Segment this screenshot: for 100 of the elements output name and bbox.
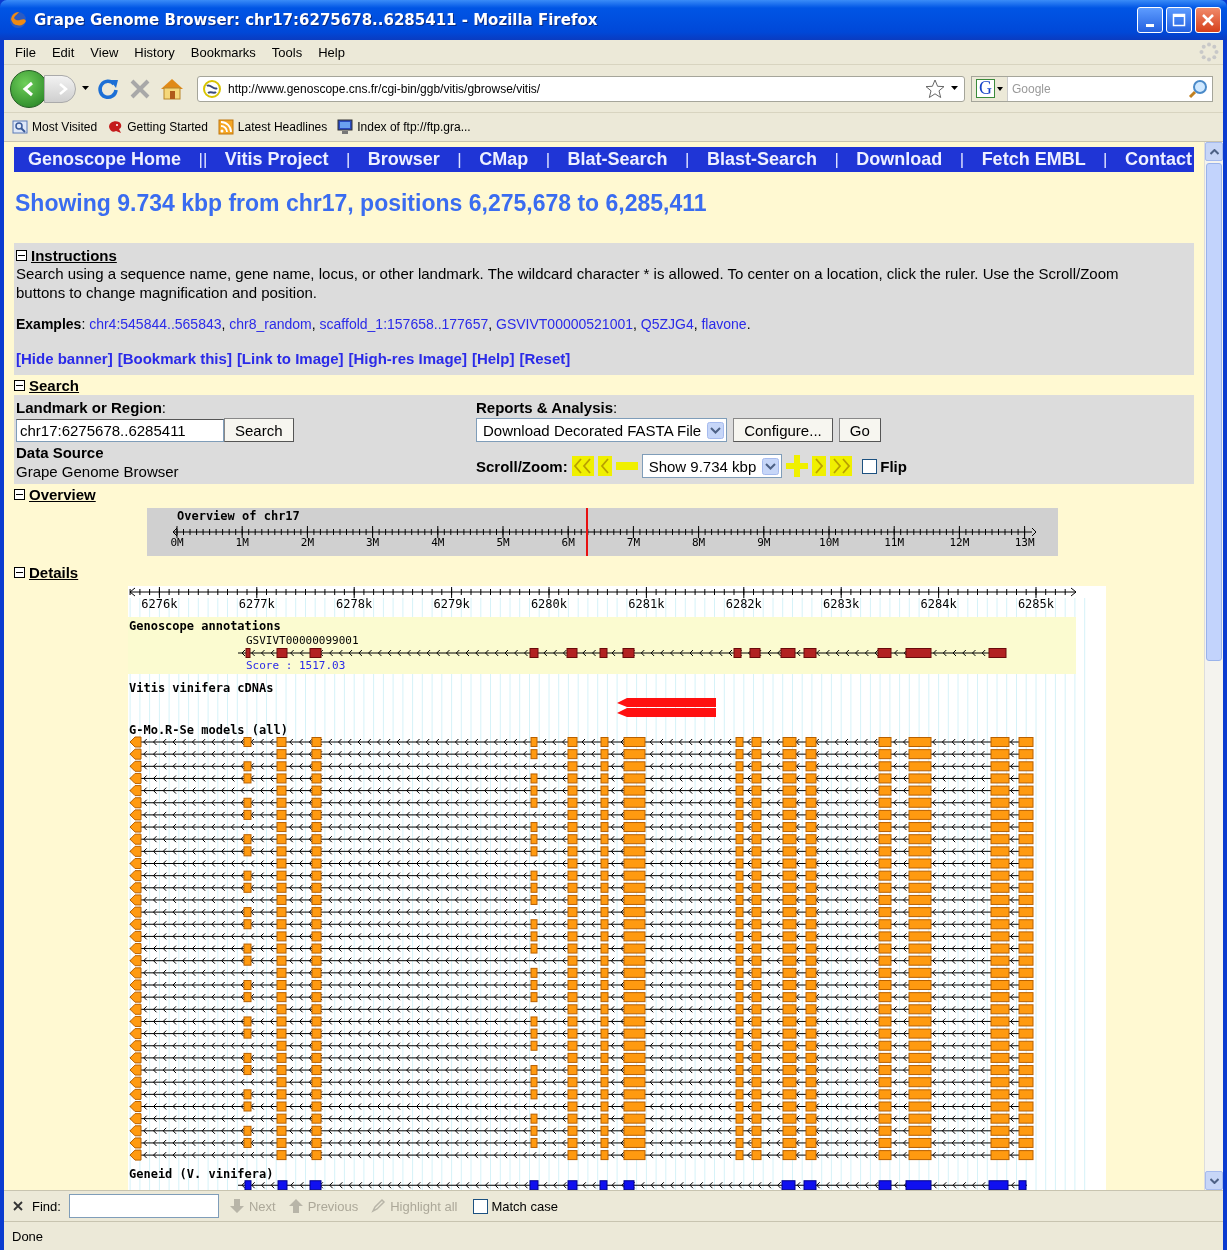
search-field[interactable]: G Google <box>971 75 1213 102</box>
nav-link[interactable]: Download <box>856 149 943 170</box>
page-link[interactable]: [High-res Image] <box>348 350 467 367</box>
gene-model[interactable] <box>129 1076 1034 1088</box>
collapse-toggle-icon[interactable] <box>16 250 27 261</box>
menu-item[interactable]: Tools <box>264 42 310 62</box>
gene-model[interactable] <box>129 1149 1034 1161</box>
gene-model[interactable] <box>129 906 1034 918</box>
page-link[interactable]: [Help] <box>471 350 515 367</box>
gene-model[interactable] <box>129 821 1034 833</box>
cdna-alignment[interactable] <box>617 708 716 717</box>
menu-item[interactable]: Bookmarks <box>183 42 263 62</box>
home-icon[interactable] <box>159 76 185 101</box>
scroll-down-button[interactable] <box>1205 1171 1223 1190</box>
nav-link[interactable]: Blast-Search <box>706 149 817 170</box>
gene-model[interactable] <box>129 1040 1034 1052</box>
example-link[interactable]: scaffold_1:157658..177657 <box>319 316 489 332</box>
cdna-alignment[interactable] <box>617 698 716 707</box>
gene-model[interactable] <box>129 785 1034 797</box>
address-field[interactable]: http://www.genoscope.cns.fr/cgi-bin/ggb/vitis/gbrowse/vitis/ <box>197 75 965 102</box>
nav-link[interactable]: Vitis Project <box>224 149 329 170</box>
example-link[interactable]: GSVIVT00000521001 <box>496 316 633 332</box>
find-field[interactable] <box>68 1194 219 1218</box>
caret-icon[interactable] <box>951 86 958 91</box>
gene-model[interactable] <box>129 748 1034 760</box>
maximize-button[interactable] <box>1166 7 1192 33</box>
gene-model[interactable] <box>129 955 1034 967</box>
report-select[interactable]: Download Decorated FASTA File <box>476 418 728 442</box>
gene-model[interactable] <box>129 894 1034 906</box>
section-link[interactable]: Details <box>29 564 79 581</box>
search-icon[interactable] <box>1188 78 1208 99</box>
gene-model[interactable] <box>129 797 1034 809</box>
gene-model[interactable] <box>129 1137 1034 1149</box>
collapse-toggle-icon[interactable] <box>14 489 25 500</box>
search-button[interactable]: Search <box>224 418 294 442</box>
match-case-checkbox[interactable] <box>473 1198 489 1214</box>
nav-link[interactable]: CMap <box>479 149 529 170</box>
menu-item[interactable]: Edit <box>44 42 82 62</box>
gene-model[interactable] <box>129 991 1034 1003</box>
gene-model[interactable] <box>129 870 1034 882</box>
menu-item[interactable]: File <box>8 42 43 62</box>
page-link[interactable]: [Link to Image] <box>236 350 344 367</box>
caret-icon[interactable] <box>997 86 1003 91</box>
bookmark-link[interactable]: Latest Headlines <box>217 119 328 135</box>
gene-model[interactable] <box>129 1113 1034 1125</box>
section-link[interactable]: Overview <box>29 486 96 503</box>
landmark-field[interactable]: chr17:6275678..6285411 <box>16 418 224 442</box>
close-button[interactable] <box>1195 7 1221 33</box>
gene-model[interactable] <box>129 736 1034 748</box>
gene-model[interactable] <box>129 845 1034 857</box>
example-link[interactable]: Q5ZJG4 <box>640 316 694 332</box>
gene-model[interactable] <box>129 1088 1034 1100</box>
collapse-toggle-icon[interactable] <box>14 380 25 391</box>
gene-model[interactable] <box>129 918 1034 930</box>
position-marker[interactable] <box>586 508 588 556</box>
nav-link[interactable]: Genoscope Home <box>28 149 182 170</box>
page-link[interactable]: [Bookmark this] <box>117 350 232 367</box>
close-icon[interactable] <box>12 1200 24 1212</box>
page-link[interactable]: [Hide banner] <box>16 350 113 367</box>
gene-model[interactable] <box>129 1125 1034 1137</box>
scroll-up-button[interactable] <box>1205 142 1223 161</box>
menu-item[interactable]: View <box>83 42 126 62</box>
scrollbar[interactable] <box>1204 142 1223 1190</box>
section-link[interactable]: Search <box>29 377 80 394</box>
nav-link[interactable]: Fetch EMBL <box>981 149 1086 170</box>
example-link[interactable]: flavone <box>701 316 747 332</box>
gene-model[interactable] <box>129 760 1034 772</box>
minimize-button[interactable] <box>1137 7 1163 33</box>
zoom-select[interactable]: Show 9.734 kbp <box>641 454 783 478</box>
section-link[interactable]: Instructions <box>31 247 117 264</box>
gene-model[interactable] <box>129 1028 1034 1040</box>
collapse-toggle-icon[interactable] <box>14 567 25 578</box>
overview-ruler[interactable] <box>172 525 1037 539</box>
page-link[interactable]: [Reset] <box>519 350 571 367</box>
menu-item[interactable]: Help <box>311 42 352 62</box>
gene-name[interactable]: GSVIVT00000099001 <box>246 634 359 647</box>
scale-ruler[interactable] <box>129 586 1077 599</box>
star-icon[interactable] <box>925 78 945 99</box>
gene-model[interactable] <box>129 1015 1034 1027</box>
scrollbar-thumb[interactable] <box>1206 163 1222 661</box>
example-link[interactable]: chr8_random <box>229 316 312 332</box>
gene-model[interactable] <box>129 1064 1034 1076</box>
nav-link[interactable]: Blat-Search <box>567 149 668 170</box>
gene-model[interactable] <box>129 979 1034 991</box>
bookmark-link[interactable]: Most Visited <box>12 119 98 135</box>
gene-model[interactable] <box>129 882 1034 894</box>
gene-model[interactable] <box>129 943 1034 955</box>
menu-item[interactable]: History <box>127 42 182 62</box>
bookmark-link[interactable]: Getting Started <box>107 119 208 135</box>
gene-model[interactable] <box>129 1052 1034 1064</box>
gene-model[interactable] <box>129 772 1034 784</box>
flip-checkbox[interactable] <box>862 458 878 474</box>
gene-model[interactable] <box>237 648 1007 658</box>
go-button[interactable]: Go <box>838 418 881 442</box>
bookmark-link[interactable]: Index of ftp://ftp.gra... <box>337 119 471 135</box>
gene-model[interactable] <box>129 967 1034 979</box>
caret-icon[interactable] <box>82 86 89 91</box>
gene-model[interactable] <box>237 1180 1028 1190</box>
example-link[interactable]: chr4:545844..565843 <box>89 316 222 332</box>
nav-link[interactable]: Contact <box>1124 149 1192 170</box>
